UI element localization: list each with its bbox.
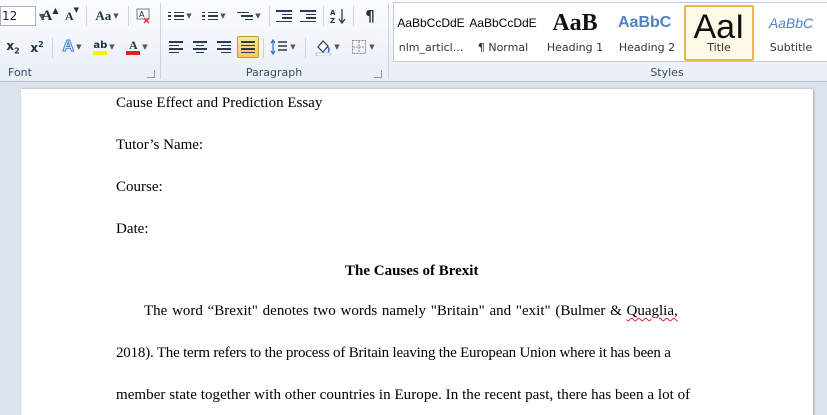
font-size-input[interactable]: 12 (0, 6, 36, 26)
decrease-indent-icon (276, 10, 292, 22)
ribbon: 12 ▼ A ▲ A ▼ Aa ▼ A x2 x2 A ▼ ab ▼ A ▼ F… (0, 0, 827, 82)
justify-button[interactable] (237, 36, 259, 58)
svg-text:A: A (330, 9, 336, 17)
grow-font-icon: A (41, 7, 53, 24)
numbering-button[interactable]: ▼ (199, 5, 229, 27)
style-sample: AaBbCcDdE (397, 16, 465, 30)
date-line: Date: (116, 221, 149, 237)
font-group: 12 ▼ A ▲ A ▼ Aa ▼ A x2 x2 A ▼ ab ▼ A ▼ F… (0, 0, 160, 82)
subscript-icon: x2 (6, 38, 20, 56)
styles-gallery: AaBbCcDdE nlm_articl... AaBbCcDdE ¶ Norm… (393, 2, 827, 62)
highlight-color-swatch (93, 50, 108, 55)
borders-button[interactable]: ▼ (347, 36, 379, 58)
line-spacing-button[interactable]: ▼ (267, 36, 299, 58)
svg-text:A: A (139, 10, 145, 19)
document-page[interactable]: Cause Effect and Prediction Essay Tutor’… (21, 89, 813, 415)
pilcrow-icon: ¶ (365, 7, 375, 25)
line-spacing-icon (270, 39, 288, 55)
align-center-icon (193, 41, 207, 53)
paragraph-text: The word “Brexit" denotes two words name… (144, 303, 627, 319)
style-name: Heading 2 (618, 41, 676, 54)
multilevel-list-icon (237, 11, 254, 21)
style-heading-1[interactable]: AaB Heading 1 (540, 5, 610, 61)
sort-button[interactable]: A Z (327, 5, 349, 27)
align-left-icon (169, 41, 183, 53)
sort-icon: A Z (330, 9, 346, 25)
increase-indent-button[interactable] (297, 5, 319, 27)
align-left-button[interactable] (165, 36, 187, 58)
course-line: Course: (116, 179, 163, 195)
paragraph-line-2: 2018). The term refers to the process of… (116, 345, 671, 361)
align-center-button[interactable] (189, 36, 211, 58)
style-name: Subtitle (769, 41, 813, 54)
superscript-icon: x2 (30, 39, 44, 55)
clear-formatting-button[interactable]: A (133, 5, 155, 27)
style-sample: AaBbCcDdE (469, 16, 537, 30)
font-group-label: Font (8, 66, 32, 79)
numbering-icon (202, 11, 219, 21)
style-heading-2[interactable]: AaBbC Heading 2 (612, 5, 682, 61)
style-normal[interactable]: AaBbCcDdE ¶ Normal (468, 5, 538, 61)
bullets-icon (168, 11, 185, 21)
decrease-indent-button[interactable] (273, 5, 295, 27)
paragraph-group: ▼ ▼ ▼ A Z ¶ ▼ ▼ ▼ Paragraph (161, 0, 387, 82)
subscript-button[interactable]: x2 (2, 36, 24, 58)
font-color-icon: A (126, 39, 141, 55)
tutor-name-line: Tutor’s Name: (116, 137, 204, 153)
shading-icon (316, 40, 331, 56)
align-right-icon (217, 41, 231, 53)
style-sample: AaBbC (768, 15, 814, 31)
shrink-font-button[interactable]: A ▼ (62, 5, 82, 27)
font-dialog-launcher-icon[interactable] (147, 70, 155, 78)
section-heading: The Causes of Brexit (345, 263, 479, 279)
styles-group-label: Styles (650, 66, 684, 79)
shading-button[interactable]: ▼ (311, 36, 343, 58)
superscript-button[interactable]: x2 (26, 36, 48, 58)
change-case-icon: Aa (95, 8, 112, 23)
font-color-button[interactable]: A ▼ (122, 36, 152, 58)
style-sample: AaB (552, 9, 598, 36)
svg-text:Z: Z (330, 17, 335, 25)
style-name: ¶ Normal (477, 41, 529, 54)
paragraph-line-3: member state together with other countri… (116, 387, 691, 403)
shrink-font-icon: A (64, 8, 74, 23)
borders-icon (352, 40, 367, 54)
paragraph-line-1: The word “Brexit" denotes two words name… (144, 303, 678, 320)
misspelled-word[interactable]: Quaglia, (627, 303, 678, 319)
multilevel-list-button[interactable]: ▼ (233, 5, 265, 27)
paragraph-group-label: Paragraph (245, 66, 303, 79)
highlight-icon: ab (93, 40, 108, 55)
change-case-button[interactable]: Aa ▼ (92, 5, 122, 27)
increase-indent-icon (300, 10, 316, 22)
grow-font-button[interactable]: A ▲ (40, 5, 60, 27)
font-color-swatch (126, 51, 141, 55)
justify-icon (241, 41, 255, 53)
style-sample: AaI (693, 8, 745, 41)
highlight-button[interactable]: ab ▼ (88, 36, 120, 58)
style-name: nlm_articl... (398, 41, 464, 54)
style-title[interactable]: AaI Title (684, 5, 754, 61)
style-name: Title (707, 41, 731, 54)
paragraph-dialog-launcher-icon[interactable] (374, 70, 382, 78)
text-effects-icon: A (62, 38, 75, 56)
align-right-button[interactable] (213, 36, 235, 58)
style-sample: AaBbC (618, 14, 672, 31)
style-nlm-article[interactable]: AaBbCcDdE nlm_articl... (396, 5, 466, 61)
bullets-button[interactable]: ▼ (165, 5, 195, 27)
text-effects-button[interactable]: A ▼ (57, 36, 87, 58)
style-name: Heading 1 (546, 41, 604, 54)
show-hide-marks-button[interactable]: ¶ (359, 5, 381, 27)
clear-formatting-icon: A (136, 8, 150, 24)
essay-title-line: Cause Effect and Prediction Essay (116, 95, 323, 111)
style-subtitle[interactable]: AaBbC Subtitle (756, 5, 826, 61)
